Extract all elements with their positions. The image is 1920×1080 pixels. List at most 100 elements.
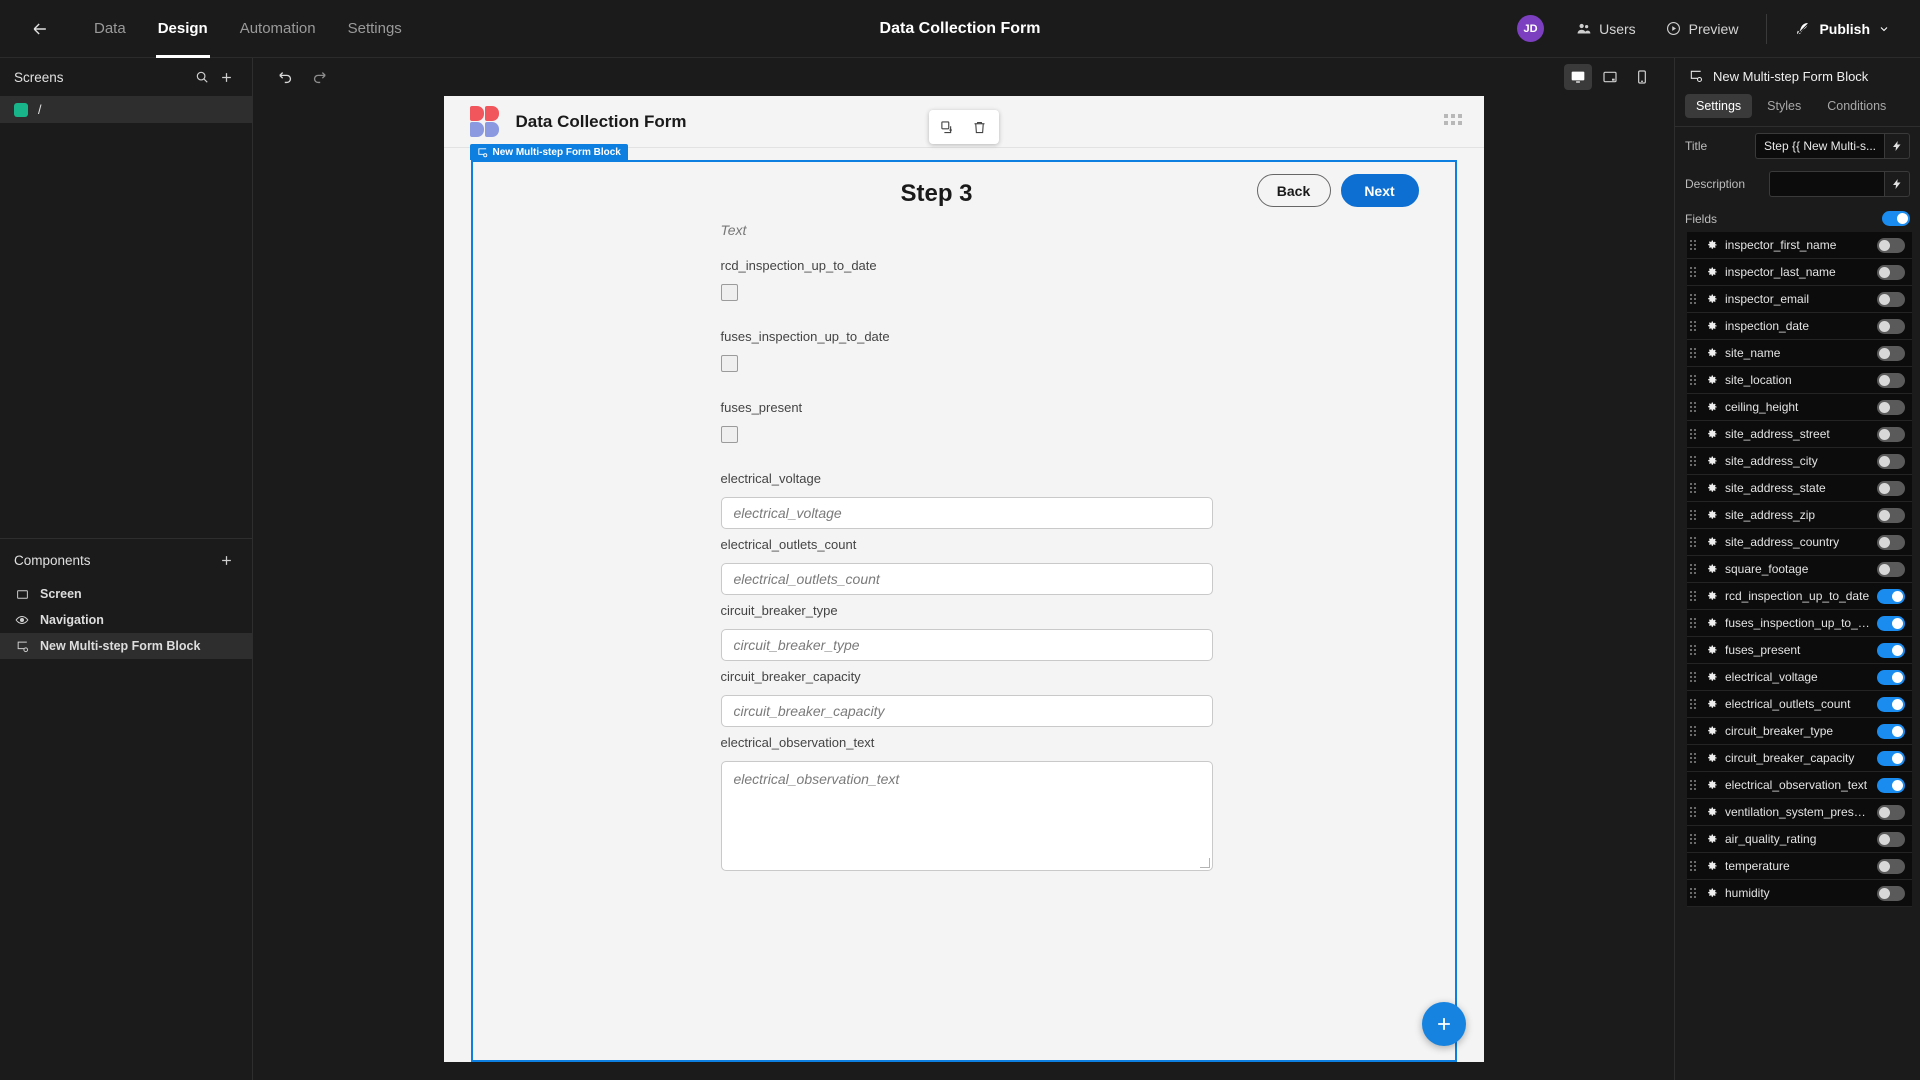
field-row[interactable]: site_address_street: [1687, 421, 1912, 448]
gear-icon[interactable]: [1706, 320, 1718, 332]
gear-icon[interactable]: [1706, 671, 1718, 683]
field-row[interactable]: circuit_breaker_capacity: [1687, 745, 1912, 772]
drag-handle-icon[interactable]: [1690, 483, 1699, 493]
input-electrical-voltage[interactable]: electrical_voltage: [720, 497, 1213, 529]
delete-button[interactable]: [969, 116, 991, 138]
field-row[interactable]: rcd_inspection_up_to_date: [1687, 583, 1912, 610]
drag-handle-icon[interactable]: [1690, 240, 1699, 250]
grid-dots-icon[interactable]: [1443, 114, 1462, 125]
field-enable-toggle[interactable]: [1877, 264, 1905, 280]
gear-icon[interactable]: [1706, 725, 1718, 737]
field-enable-toggle[interactable]: [1877, 777, 1905, 793]
field-enable-toggle[interactable]: [1877, 453, 1905, 469]
gear-icon[interactable]: [1706, 779, 1718, 791]
field-enable-toggle[interactable]: [1877, 642, 1905, 658]
gear-icon[interactable]: [1706, 617, 1718, 629]
field-enable-toggle[interactable]: [1877, 399, 1905, 415]
drag-handle-icon[interactable]: [1690, 321, 1699, 331]
gear-icon[interactable]: [1706, 293, 1718, 305]
field-row[interactable]: inspector_first_name: [1687, 232, 1912, 259]
drag-handle-icon[interactable]: [1690, 591, 1699, 601]
gear-icon[interactable]: [1706, 887, 1718, 899]
field-row[interactable]: circuit_breaker_type: [1687, 718, 1912, 745]
device-desktop-button[interactable]: [1564, 64, 1592, 90]
preview-button[interactable]: Preview: [1654, 14, 1751, 44]
gear-icon[interactable]: [1706, 401, 1718, 413]
gear-icon[interactable]: [1706, 428, 1718, 440]
gear-icon[interactable]: [1706, 482, 1718, 494]
field-enable-toggle[interactable]: [1877, 534, 1905, 550]
nav-tab-data[interactable]: Data: [80, 0, 140, 58]
component-item-screen[interactable]: Screen: [0, 581, 252, 607]
nav-tab-design[interactable]: Design: [144, 0, 222, 58]
field-row[interactable]: electrical_observation_text: [1687, 772, 1912, 799]
field-enable-toggle[interactable]: [1877, 588, 1905, 604]
textarea-electrical-observation-text[interactable]: electrical_observation_text: [720, 761, 1213, 871]
drag-handle-icon[interactable]: [1690, 294, 1699, 304]
drag-handle-icon[interactable]: [1690, 456, 1699, 466]
field-row[interactable]: air_quality_rating: [1687, 826, 1912, 853]
avatar[interactable]: JD: [1517, 15, 1545, 42]
gear-icon[interactable]: [1706, 509, 1718, 521]
drag-handle-icon[interactable]: [1690, 699, 1699, 709]
users-button[interactable]: Users: [1564, 14, 1648, 44]
nav-tab-automation[interactable]: Automation: [226, 0, 330, 58]
component-item-form-block[interactable]: New Multi-step Form Block: [0, 633, 252, 659]
drag-handle-icon[interactable]: [1690, 375, 1699, 385]
field-enable-toggle[interactable]: [1877, 696, 1905, 712]
device-mobile-button[interactable]: [1628, 64, 1656, 90]
field-enable-toggle[interactable]: [1877, 318, 1905, 334]
field-enable-toggle[interactable]: [1877, 615, 1905, 631]
gear-icon[interactable]: [1706, 833, 1718, 845]
drag-handle-icon[interactable]: [1690, 780, 1699, 790]
fields-list[interactable]: inspector_first_name inspector_last_namei…: [1675, 232, 1920, 1080]
field-row[interactable]: ventilation_system_present: [1687, 799, 1912, 826]
field-enable-toggle[interactable]: [1877, 831, 1905, 847]
tab-conditions[interactable]: Conditions: [1816, 94, 1897, 118]
drag-handle-icon[interactable]: [1690, 726, 1699, 736]
field-enable-toggle[interactable]: [1877, 480, 1905, 496]
component-item-navigation[interactable]: Navigation: [0, 607, 252, 633]
field-row[interactable]: site_location: [1687, 367, 1912, 394]
drag-handle-icon[interactable]: [1690, 834, 1699, 844]
drag-handle-icon[interactable]: [1690, 753, 1699, 763]
field-enable-toggle[interactable]: [1877, 372, 1905, 388]
gear-icon[interactable]: [1706, 374, 1718, 386]
description-input[interactable]: [1769, 171, 1884, 197]
field-enable-toggle[interactable]: [1877, 804, 1905, 820]
gear-icon[interactable]: [1706, 752, 1718, 764]
field-enable-toggle[interactable]: [1877, 507, 1905, 523]
description-binding-button[interactable]: [1884, 171, 1910, 197]
field-enable-toggle[interactable]: [1877, 750, 1905, 766]
field-row[interactable]: site_address_city: [1687, 448, 1912, 475]
drag-handle-icon[interactable]: [1690, 267, 1699, 277]
field-enable-toggle[interactable]: [1877, 723, 1905, 739]
input-circuit-breaker-capacity[interactable]: circuit_breaker_capacity: [720, 695, 1213, 727]
field-row[interactable]: inspection_date: [1687, 313, 1912, 340]
field-row[interactable]: inspector_last_name: [1687, 259, 1912, 286]
drag-handle-icon[interactable]: [1690, 402, 1699, 412]
gear-icon[interactable]: [1706, 266, 1718, 278]
field-enable-toggle[interactable]: [1877, 669, 1905, 685]
field-enable-toggle[interactable]: [1877, 237, 1905, 253]
field-enable-toggle[interactable]: [1877, 858, 1905, 874]
field-row[interactable]: square_footage: [1687, 556, 1912, 583]
fields-master-toggle[interactable]: [1882, 211, 1910, 226]
next-step-button[interactable]: Next: [1340, 174, 1419, 207]
checkbox-fuses-inspection-up-to-date[interactable]: [720, 355, 738, 372]
field-row[interactable]: fuses_present: [1687, 637, 1912, 664]
drag-handle-icon[interactable]: [1690, 537, 1699, 547]
redo-button[interactable]: [305, 63, 333, 91]
field-row[interactable]: ceiling_height: [1687, 394, 1912, 421]
drag-handle-icon[interactable]: [1690, 429, 1699, 439]
field-row[interactable]: site_address_zip: [1687, 502, 1912, 529]
drag-handle-icon[interactable]: [1690, 672, 1699, 682]
drag-handle-icon[interactable]: [1690, 510, 1699, 520]
title-binding-button[interactable]: [1884, 133, 1910, 159]
field-row[interactable]: humidity: [1687, 880, 1912, 907]
publish-button[interactable]: Publish: [1783, 14, 1902, 44]
add-component-button[interactable]: [214, 548, 238, 572]
gear-icon[interactable]: [1706, 536, 1718, 548]
multi-step-form-block[interactable]: Step 3 Back Next Text rcd_inspection_up_…: [470, 160, 1457, 1062]
field-enable-toggle[interactable]: [1877, 345, 1905, 361]
